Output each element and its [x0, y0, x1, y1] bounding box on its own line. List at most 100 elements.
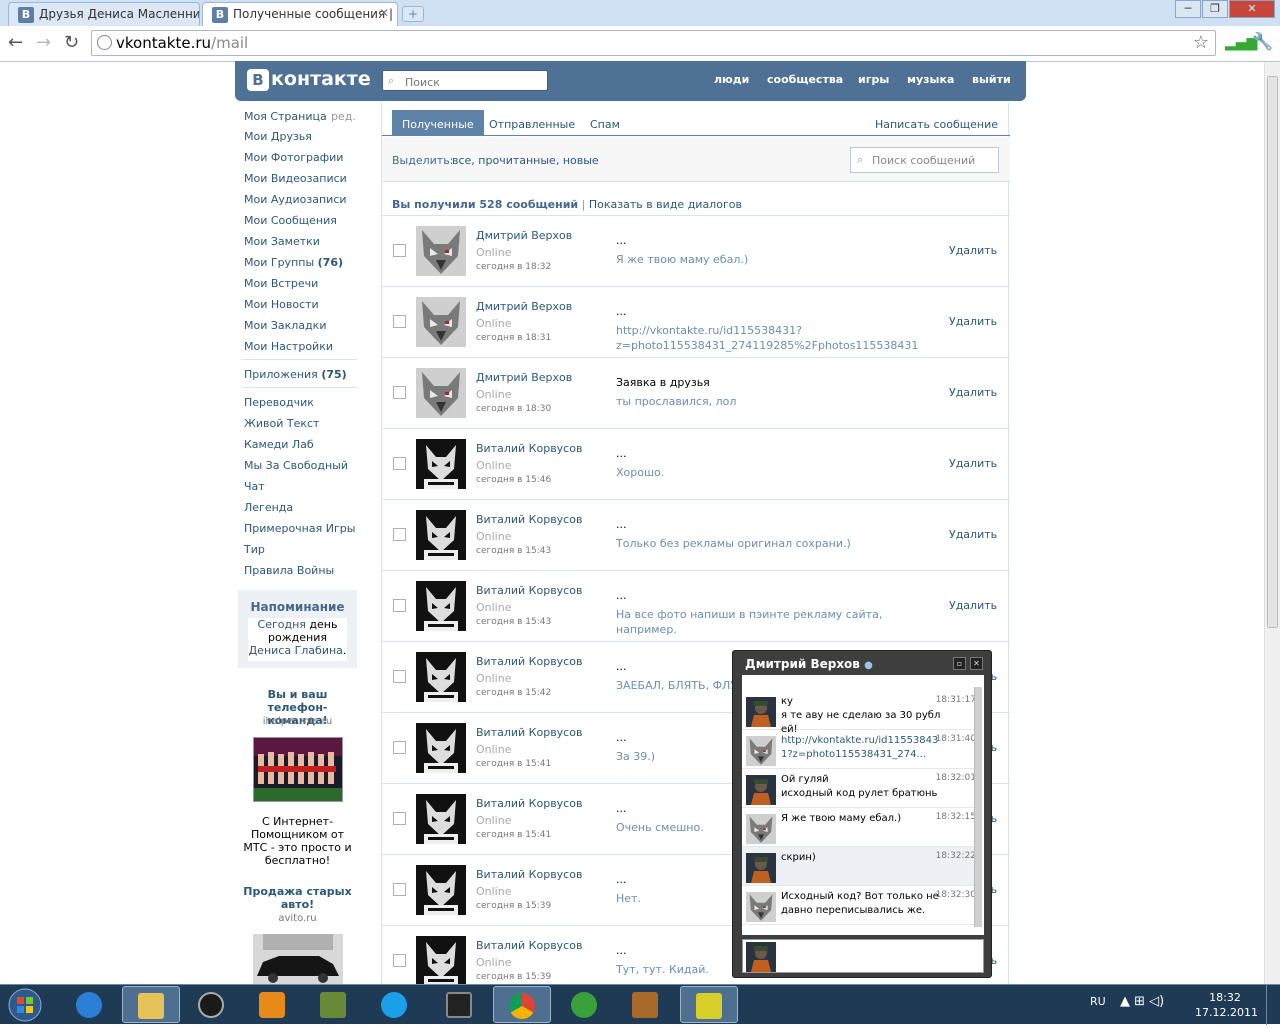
menu-news[interactable]: Мои Новости — [244, 298, 319, 311]
menu-messages[interactable]: Мои Сообщения — [244, 214, 337, 227]
reminder-person-link[interactable]: Дениса Глабина — [249, 644, 343, 657]
menu-settings[interactable]: Мои Настройки — [244, 340, 333, 353]
menu-app-item[interactable]: Тир — [244, 543, 265, 556]
message-subject[interactable]: ... — [616, 731, 627, 744]
menu-app-item[interactable]: Мы За Свободный — [244, 459, 348, 472]
chat-message-text[interactable]: http://vkontakte.ru/id115538431?z=photo1… — [781, 734, 941, 762]
browser-tab-friends[interactable]: В Друзья Дениса Масленни — [8, 2, 200, 26]
avatar[interactable] — [416, 865, 466, 915]
message-checkbox[interactable] — [393, 315, 406, 328]
taskbar-media[interactable] — [244, 986, 302, 1023]
table-row[interactable]: Виталий Корвусов Online сегодня в 15:43...… — [382, 571, 1010, 642]
avatar[interactable] — [746, 736, 776, 766]
nav-music[interactable]: музыка — [907, 73, 954, 86]
tab-close-icon[interactable]: ✕ — [379, 6, 389, 20]
avatar[interactable] — [416, 794, 466, 844]
avatar[interactable] — [416, 652, 466, 702]
browser-tab-messages[interactable]: В Полученные сообщения | ✕ — [202, 2, 398, 26]
avatar[interactable] — [416, 936, 466, 986]
message-checkbox[interactable] — [393, 883, 406, 896]
table-row[interactable]: Дмитрий Верхов Online сегодня в 18:32... Я … — [382, 216, 1010, 287]
taskbar-explorer[interactable] — [122, 986, 180, 1023]
menu-apps[interactable]: Приложения (75) — [244, 368, 347, 381]
message-subject[interactable]: ... — [616, 944, 627, 957]
message-checkbox[interactable] — [393, 244, 406, 257]
new-tab-button[interactable]: + — [402, 6, 424, 22]
select-options[interactable]: все, прочитанные, новые — [452, 154, 599, 167]
message-subject[interactable]: ... — [616, 305, 627, 318]
delete-message-button[interactable]: Удалить — [949, 386, 997, 399]
message-subject[interactable]: Заявка в друзья — [616, 376, 710, 389]
menu-bookmarks[interactable]: Мои Закладки — [244, 319, 326, 332]
menu-friends[interactable]: Мои Друзья — [244, 130, 312, 143]
nav-logout[interactable]: выйти — [972, 73, 1011, 86]
reload-icon[interactable]: ↻ — [64, 32, 79, 53]
avatar[interactable] — [746, 814, 776, 844]
taskbar-video-editor[interactable] — [680, 986, 738, 1023]
tab-spam[interactable]: Спам — [590, 118, 620, 131]
chat-window[interactable]: Дмитрий Верхов ● ▫ ✕ ку я те аву не сдел… — [732, 650, 992, 978]
avatar[interactable] — [416, 581, 466, 631]
taskbar-game[interactable] — [617, 986, 675, 1023]
window-minimize-button[interactable]: ─ — [1175, 0, 1201, 18]
taskbar-hp[interactable] — [183, 986, 241, 1023]
message-subject[interactable]: ... — [616, 447, 627, 460]
menu-audio[interactable]: Мои Аудиозаписи — [244, 193, 347, 206]
message-preview[interactable]: ты прославился, лол — [616, 394, 916, 409]
message-subject[interactable]: ... — [616, 589, 627, 602]
chat-log[interactable]: ку я те аву не сделаю за 30 рублей! 18:31… — [742, 675, 984, 935]
chat-close-button[interactable]: ✕ — [970, 657, 983, 670]
vk-logo[interactable]: Вконтакте — [247, 68, 371, 91]
vk-search-input[interactable] — [382, 70, 548, 91]
delete-message-button[interactable]: Удалить — [949, 528, 997, 541]
ad-image[interactable] — [253, 934, 343, 984]
page-scrollbar[interactable] — [1264, 62, 1280, 984]
taskbar-terminal[interactable] — [431, 986, 489, 1023]
menu-edit-link[interactable]: ред. — [331, 110, 356, 123]
sender-name[interactable]: Дмитрий Верхов — [476, 371, 572, 384]
menu-app-item[interactable]: Живой Текст — [244, 417, 319, 430]
message-checkbox[interactable] — [393, 386, 406, 399]
sender-name[interactable]: Виталий Корвусов — [476, 442, 582, 455]
menu-events[interactable]: Мои Встречи — [244, 277, 318, 290]
message-search-input[interactable]: ⌕ Поиск сообщений — [850, 147, 999, 173]
menu-photos[interactable]: Мои Фотографии — [244, 151, 343, 164]
taskbar-app[interactable] — [305, 986, 363, 1023]
show-desktop-button[interactable] — [1266, 985, 1280, 1025]
compose-message-link[interactable]: Написать сообщение — [875, 118, 998, 131]
window-maximize-button[interactable]: ❐ — [1202, 0, 1228, 18]
chat-title[interactable]: Дмитрий Верхов ● — [745, 657, 873, 671]
taskbar-chrome[interactable] — [493, 986, 551, 1023]
nav-games[interactable]: игры — [858, 73, 889, 86]
menu-videos[interactable]: Мои Видеозаписи — [244, 172, 347, 185]
sender-name[interactable]: Виталий Корвусов — [476, 584, 582, 597]
table-row[interactable]: Дмитрий Верхов Online сегодня в 18:31... ht… — [382, 287, 1010, 358]
message-checkbox[interactable] — [393, 528, 406, 541]
message-subject[interactable]: ... — [616, 234, 627, 247]
ad-image[interactable] — [253, 737, 343, 802]
bookmark-star-icon[interactable]: ☆ — [1193, 32, 1209, 53]
avatar[interactable] — [746, 853, 776, 883]
show-dialogs-link[interactable]: Показать в виде диалогов — [589, 198, 742, 211]
menu-app-item[interactable]: Правила Войны — [244, 564, 334, 577]
sender-name[interactable]: Виталий Корвусов — [476, 655, 582, 668]
table-row[interactable]: Дмитрий Верхов Online сегодня в 18:30 Заявк… — [382, 358, 1010, 429]
menu-app-item[interactable]: Чат — [244, 480, 265, 493]
avatar[interactable] — [746, 775, 776, 805]
sender-name[interactable]: Виталий Корвусов — [476, 513, 582, 526]
menu-app-item[interactable]: Камеди Лаб — [244, 438, 314, 451]
message-subject[interactable]: ... — [616, 802, 627, 815]
avatar[interactable] — [416, 368, 466, 418]
table-row[interactable]: Виталий Корвусов Online сегодня в 15:46...… — [382, 429, 1010, 500]
sender-name[interactable]: Дмитрий Верхов — [476, 229, 572, 242]
taskbar-skype[interactable] — [366, 986, 424, 1023]
reminder-today-link[interactable]: Сегодня — [258, 618, 306, 631]
keyboard-language[interactable]: RU — [1090, 995, 1106, 1008]
taskbar-utorrent[interactable] — [556, 986, 614, 1023]
sender-name[interactable]: Виталий Корвусов — [476, 939, 582, 952]
avatar[interactable] — [746, 697, 776, 727]
window-close-button[interactable]: ✕ — [1229, 0, 1275, 18]
forward-arrow-icon[interactable]: → — [36, 32, 51, 53]
tab-inbox[interactable]: Полученные — [392, 110, 484, 136]
message-checkbox[interactable] — [393, 812, 406, 825]
